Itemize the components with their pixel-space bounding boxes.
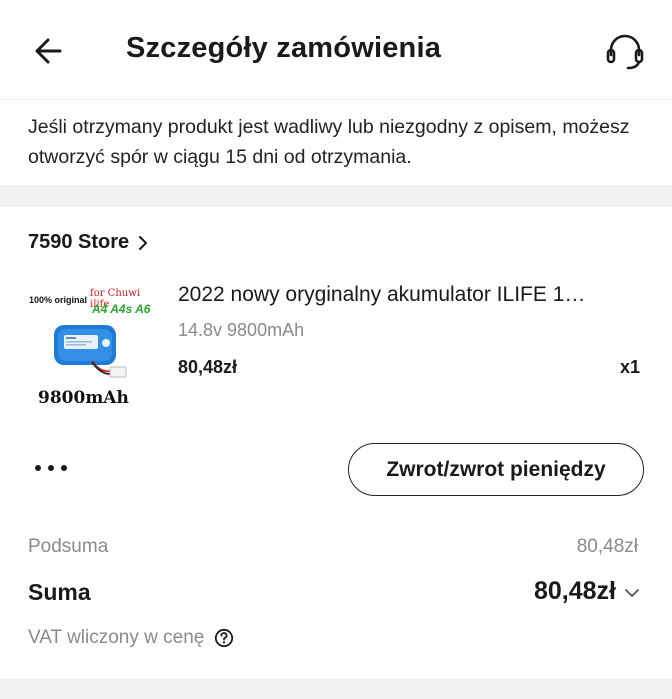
product-image[interactable]: 100% original for Chuwi ilife A4 A4s A6 …: [28, 283, 156, 423]
subtotal-label: Podsuma: [28, 536, 109, 557]
image-text-models: A4 A4s A6: [92, 302, 151, 316]
back-arrow-icon[interactable]: [30, 32, 68, 70]
dispute-notice-text: Jeśli otrzymany produkt jest wadliwy lub…: [28, 116, 630, 168]
vat-info: VAT wliczony w cenę: [28, 627, 234, 649]
vat-text: VAT wliczony w cenę: [28, 627, 205, 648]
chevron-right-icon: [139, 235, 148, 250]
image-text-capacity: 9800mAh: [38, 388, 129, 408]
section-divider: [0, 679, 672, 699]
store-link[interactable]: 7590 Store: [28, 231, 149, 254]
refund-button[interactable]: Zwrot/zwrot pieniędzy: [348, 443, 644, 496]
product-title[interactable]: 2022 nowy oryginalny akumulator ILIFE 1…: [178, 283, 642, 307]
order-card: 7590 Store 100% original for Chuwi ilife…: [0, 207, 672, 679]
section-divider: [0, 185, 672, 207]
total-label: Suma: [28, 579, 91, 605]
total-value[interactable]: 80,48zł: [534, 577, 616, 606]
more-dots-icon[interactable]: [34, 463, 68, 473]
battery-pack-image: [54, 325, 127, 378]
top-bar: Szczegóły zamówienia: [0, 0, 672, 100]
store-name: 7590 Store: [28, 231, 130, 253]
page-title: Szczegóły zamówienia: [126, 32, 442, 64]
product-price: 80,48zł: [178, 357, 238, 377]
product-variant: 14.8v 9800mAh: [178, 320, 305, 340]
headset-icon[interactable]: [604, 31, 646, 71]
question-circle-icon[interactable]: [214, 628, 234, 648]
subtotal-value: 80,48zł: [576, 536, 638, 557]
image-text-original: 100% original: [29, 295, 88, 305]
dispute-notice: Jeśli otrzymany produkt jest wadliwy lub…: [0, 101, 672, 185]
chevron-down-icon[interactable]: [624, 588, 640, 598]
product-quantity: x1: [620, 357, 641, 377]
